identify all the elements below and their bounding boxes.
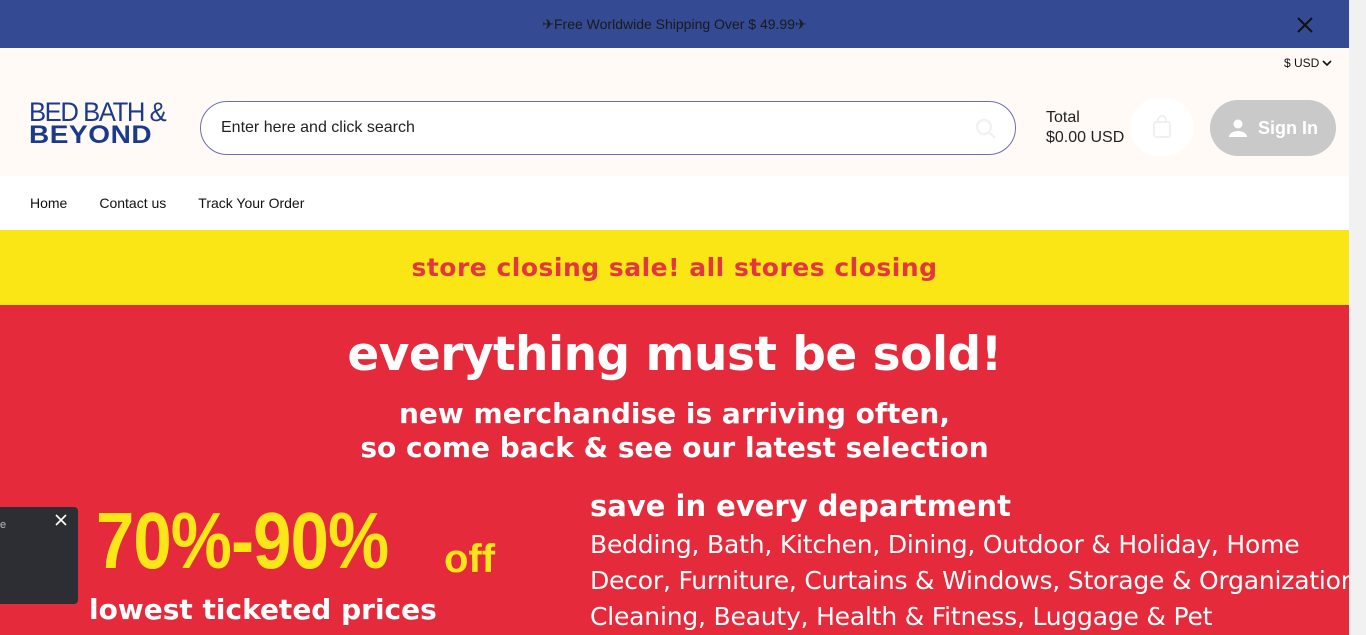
hero-subline-2: so come back & see our latest selection	[360, 431, 989, 464]
departments-line-3: Cleaning, Beauty, Health & Fitness, Lugg…	[590, 602, 1213, 631]
nav-home[interactable]: Home	[30, 195, 67, 211]
cart-total-value: $0.00 USD	[1046, 129, 1125, 146]
user-icon	[1229, 119, 1247, 137]
page: ✈Free Worldwide Shipping Over $ 49.99✈ $…	[0, 0, 1366, 635]
nav-track-order[interactable]: Track Your Order	[198, 195, 304, 211]
sign-in-button[interactable]: Sign In	[1210, 100, 1336, 156]
chevron-down-icon	[1322, 60, 1332, 67]
announcement-bar: ✈Free Worldwide Shipping Over $ 49.99✈	[0, 0, 1349, 48]
departments-heading: save in every department	[590, 489, 1012, 523]
currency-label: $ USD	[1284, 56, 1320, 70]
hero-banner[interactable]: everything must be sold! new merchandise…	[0, 305, 1364, 635]
currency-selector[interactable]: $ USD	[1284, 56, 1332, 70]
sign-in-label: Sign In	[1258, 117, 1318, 138]
sale-strip[interactable]: store closing sale! all stores closing	[0, 230, 1349, 305]
logo-line2: BEYOND	[29, 121, 153, 149]
bag-icon[interactable]	[1130, 98, 1194, 156]
close-icon[interactable]	[54, 513, 68, 527]
search-bar	[200, 101, 1016, 155]
cart-total[interactable]: Total $0.00 USD	[1046, 108, 1124, 148]
discount-percent: 70%-90%	[96, 496, 389, 585]
popup-text: e	[0, 519, 7, 531]
notification-popup: e	[0, 507, 78, 604]
departments-line-1: Bedding, Bath, Kitchen, Dining, Outdoor …	[590, 530, 1300, 559]
sale-strip-text: store closing sale! all stores closing	[411, 253, 938, 282]
cart-total-label: Total	[1046, 109, 1080, 126]
hero-subline-1: new merchandise is arriving often,	[399, 397, 950, 430]
close-icon[interactable]	[1292, 12, 1318, 38]
search-icon[interactable]	[973, 116, 999, 142]
main-nav: Home Contact us Track Your Order	[0, 176, 1349, 230]
nav-contact-us[interactable]: Contact us	[99, 195, 166, 211]
announcement-text: ✈Free Worldwide Shipping Over $ 49.99✈	[542, 15, 807, 32]
scrollbar[interactable]	[1349, 0, 1366, 635]
search-input[interactable]	[221, 119, 941, 137]
hero-headline: everything must be sold!	[347, 327, 1002, 382]
header: $ USD BED BATH & BEYOND Total $0.00 USD …	[0, 48, 1349, 176]
departments-line-2: Decor, Furniture, Curtains & Windows, St…	[590, 566, 1365, 595]
logo[interactable]: BED BATH & BEYOND	[29, 99, 191, 148]
discount-note: lowest ticketed prices	[89, 593, 437, 626]
discount-suffix: off	[444, 537, 496, 581]
